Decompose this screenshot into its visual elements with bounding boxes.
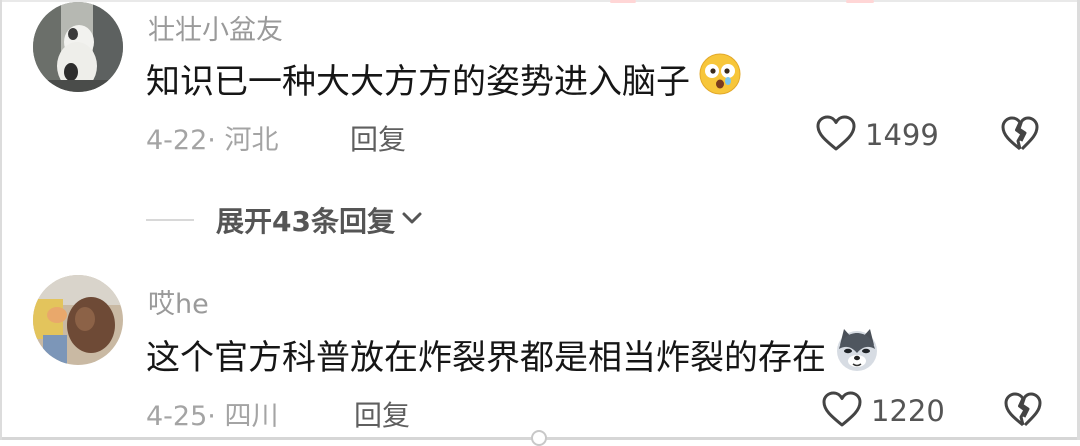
comment-text-content: 这个官方科普放在炸裂界都是相当炸裂的存在 (146, 337, 826, 378)
broken-heart-icon (1001, 116, 1039, 151)
heart-icon (821, 390, 863, 432)
comment-item: 哎he 这个官方科普放在炸裂界都是相当炸裂的存在 4-25· 四川 回复 122… (0, 270, 1080, 440)
expand-divider-line (146, 219, 194, 221)
reply-button[interactable]: 回复 (350, 118, 406, 158)
like-count: 1499 (865, 118, 939, 152)
reply-button[interactable]: 回复 (354, 394, 410, 434)
like-count: 1220 (871, 394, 945, 428)
scroll-handle[interactable] (531, 430, 547, 446)
comment-date-location: 4-25· 四川 (146, 401, 279, 432)
expand-replies-button[interactable]: 展开43条回复 (146, 200, 423, 240)
comment-username[interactable]: 哎he (148, 282, 209, 321)
avatar-photo (33, 275, 123, 365)
like-button[interactable]: 1499 (815, 114, 939, 156)
avatar[interactable] (33, 2, 123, 92)
chevron-down-icon (401, 210, 423, 230)
heart-icon (815, 114, 857, 156)
broken-heart-icon (1004, 392, 1042, 427)
comment-text: 知识已一种大大方方的姿势进入脑子 (146, 52, 742, 105)
comment-text-content: 知识已一种大大方方的姿势进入脑子 (146, 61, 690, 102)
astonished-face-emoji-icon (698, 52, 742, 105)
dislike-button[interactable] (1003, 390, 1043, 432)
comment-text: 这个官方科普放在炸裂界都是相当炸裂的存在 (146, 328, 880, 378)
comment-item: 壮壮小盆友 知识已一种大大方方的姿势进入脑子 4-22· 河北 回复 1499 (0, 0, 1080, 190)
avatar[interactable] (33, 275, 123, 365)
dislike-button[interactable] (1000, 114, 1040, 156)
comment-username[interactable]: 壮壮小盆友 (148, 8, 283, 47)
comment-date-location: 4-22· 河北 (146, 125, 279, 156)
expand-replies-label: 展开43条回复 (216, 205, 395, 238)
husky-dog-emoji-icon (834, 327, 880, 382)
like-button[interactable]: 1220 (821, 390, 945, 432)
avatar-cat-photo (33, 2, 123, 92)
